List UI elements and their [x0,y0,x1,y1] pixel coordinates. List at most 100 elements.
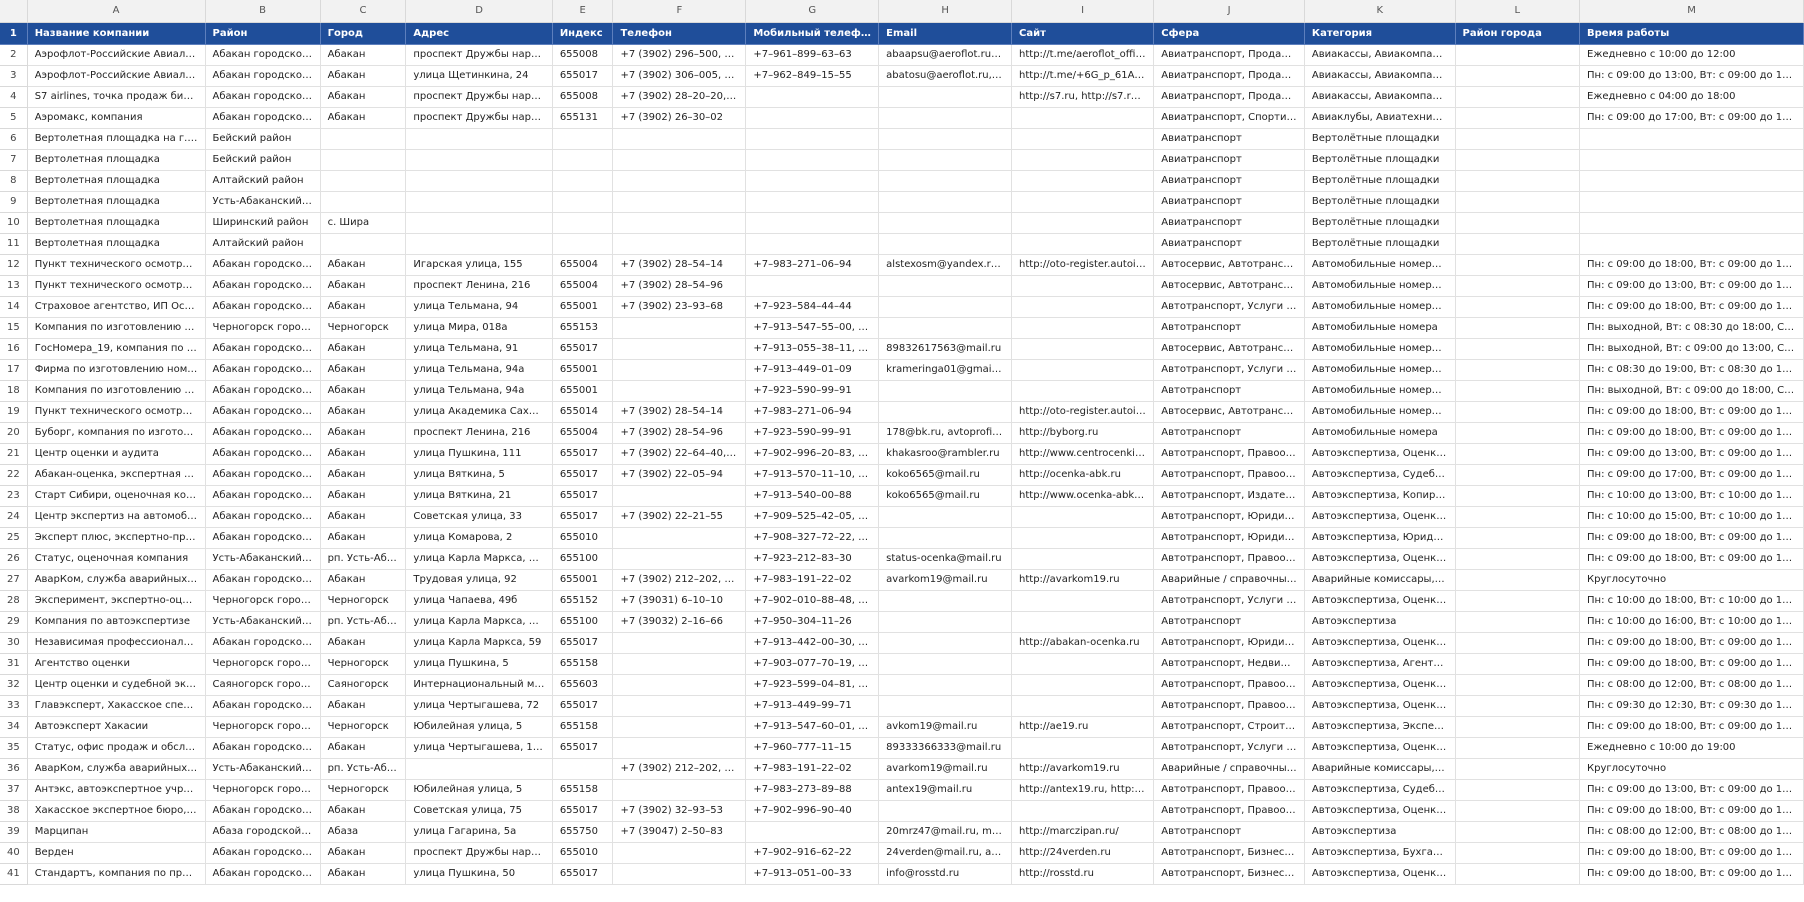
header-cell[interactable]: Email [878,22,1013,45]
table-cell[interactable] [1455,128,1581,150]
table-cell[interactable]: +7–913–547–60–01, +7... [745,716,880,738]
table-cell[interactable] [1455,842,1581,864]
table-cell[interactable] [745,233,880,255]
table-cell[interactable] [878,170,1013,192]
table-cell[interactable]: +7 (3902) 212–202, +7 (... [612,569,747,591]
table-cell[interactable] [552,170,614,192]
table-cell[interactable]: Автоэкспертиза, Оценка с... [1304,548,1456,570]
table-cell[interactable] [1011,737,1155,759]
table-cell[interactable]: alstexosm@yandex.ru, a... [878,254,1013,276]
table-cell[interactable] [1579,149,1804,171]
table-cell[interactable] [878,233,1013,255]
table-cell[interactable]: Юбилейная улица, 5 [405,779,553,801]
table-cell[interactable]: Пн: с 09:00 до 18:00, Вт: с 09:00 до 18:… [1579,527,1804,549]
table-cell[interactable]: http://24verden.ru [1011,842,1155,864]
table-cell[interactable]: Абакан городской округ [205,380,321,402]
table-cell[interactable]: 655158 [552,779,614,801]
table-cell[interactable] [612,359,747,381]
table-cell[interactable] [745,107,880,129]
table-cell[interactable]: Автотранспорт, Строитель... [1153,716,1305,738]
table-cell[interactable]: Автотранспорт [1153,821,1305,843]
table-cell[interactable]: проспект Ленина, 216 [405,275,553,297]
table-cell[interactable]: 655008 [552,44,614,66]
table-cell[interactable]: Автосервис, Автотранспорт [1153,254,1305,276]
table-cell[interactable]: S7 airlines, точка продаж билетов [27,86,206,108]
table-cell[interactable]: info@rosstd.ru [878,863,1013,885]
table-cell[interactable]: 89333366333@mail.ru [878,737,1013,759]
table-cell[interactable]: Ежедневно с 04:00 до 18:00 [1579,86,1804,108]
table-cell[interactable]: Черногорск [320,590,407,612]
table-cell[interactable] [1011,359,1155,381]
table-cell[interactable]: +7–908–327–72–22, +7... [745,527,880,549]
table-cell[interactable]: http://t.me/+6G_p_61Axb... [1011,65,1155,87]
table-cell[interactable] [1455,653,1581,675]
table-cell[interactable]: 655017 [552,695,614,717]
table-cell[interactable]: Автоэкспертиза, Судебная ... [1304,779,1456,801]
table-cell[interactable]: Абакан [320,842,407,864]
table-cell[interactable]: Пн: с 09:00 до 18:00, Вт: с 09:00 до 18:… [1579,422,1804,444]
table-cell[interactable]: +7 (3902) 22–21–55 [612,506,747,528]
table-cell[interactable] [612,842,747,864]
table-cell[interactable]: Автотранспорт, Услуги стр... [1153,737,1305,759]
table-cell[interactable]: http://avarkom19.ru [1011,758,1155,780]
table-cell[interactable] [1011,695,1155,717]
table-cell[interactable]: Автоэкспертиза [1304,611,1456,633]
table-cell[interactable]: Автотранспорт, Бизнес-ус... [1153,863,1305,885]
table-cell[interactable] [1455,422,1581,444]
table-cell[interactable]: улица Чапаева, 49б [405,590,553,612]
table-cell[interactable] [878,590,1013,612]
table-cell[interactable]: Пн: с 09:00 до 18:00, Вт: с 09:00 до 18:… [1579,842,1804,864]
table-cell[interactable] [1455,233,1581,255]
table-cell[interactable] [612,548,747,570]
table-cell[interactable]: +7 (39047) 2–50–83 [612,821,747,843]
table-cell[interactable]: 655603 [552,674,614,696]
table-cell[interactable]: +7–960–777–11–15 [745,737,880,759]
table-cell[interactable] [612,737,747,759]
table-cell[interactable]: проспект Дружбы народов, 59 [405,44,553,66]
table-cell[interactable]: Аварийные комиссары, Ав... [1304,569,1456,591]
table-cell[interactable]: Автоэкспертиза, Оценка с... [1304,590,1456,612]
table-cell[interactable] [878,695,1013,717]
table-cell[interactable]: АварКом, служба аварийных комисса... [27,569,206,591]
table-cell[interactable] [405,149,553,171]
table-cell[interactable] [612,779,747,801]
table-cell[interactable]: 655004 [552,422,614,444]
table-cell[interactable]: Абакан городской округ [205,86,321,108]
column-header-j[interactable]: J [1153,0,1305,23]
table-cell[interactable]: +7–983–271–06–94 [745,401,880,423]
table-cell[interactable] [1011,212,1155,234]
table-cell[interactable]: улица Карла Маркса, 59 [405,632,553,654]
table-cell[interactable]: Пн: с 09:00 до 18:00, Вт: с 09:00 до 18:… [1579,632,1804,654]
table-cell[interactable]: Черногорск [320,653,407,675]
header-cell[interactable]: Индекс [552,22,614,45]
table-cell[interactable]: Аэрофлот-Российские Авиалинии, ав... [27,65,206,87]
table-cell[interactable]: Вертолётные площадки [1304,128,1456,150]
table-cell[interactable]: +7 (3902) 296–500, 8–8... [612,44,747,66]
table-cell[interactable] [320,170,407,192]
table-cell[interactable] [878,506,1013,528]
table-cell[interactable] [1455,779,1581,801]
table-cell[interactable]: Пн: с 09:00 до 18:00, Вт: с 09:00 до 18:… [1579,254,1804,276]
table-cell[interactable] [1011,338,1155,360]
row-number[interactable]: 26 [0,548,28,570]
table-cell[interactable]: проспект Дружбы народов, 2а [405,842,553,864]
table-cell[interactable]: Автоэкспертиза, Бухгалтер... [1304,842,1456,864]
table-cell[interactable]: проспект Ленина, 216 [405,422,553,444]
table-cell[interactable]: +7–923–590–99–91 [745,422,880,444]
table-cell[interactable] [1455,380,1581,402]
row-number[interactable]: 1 [0,22,28,45]
table-cell[interactable]: Абакан [320,254,407,276]
table-cell[interactable]: Абакан [320,107,407,129]
row-number[interactable]: 36 [0,758,28,780]
row-number[interactable]: 16 [0,338,28,360]
table-cell[interactable]: Автотранспорт, Юридичес... [1153,506,1305,528]
table-cell[interactable]: Усть-Абаканский район [205,548,321,570]
table-cell[interactable]: Абакан городской округ [205,506,321,528]
table-cell[interactable] [878,632,1013,654]
table-cell[interactable]: улица Карла Маркса, 11а [405,548,553,570]
table-cell[interactable]: Автоэксперт Хакасии [27,716,206,738]
table-cell[interactable]: Автоэкспертиза, Судебная ... [1304,464,1456,486]
row-number[interactable]: 35 [0,737,28,759]
table-cell[interactable]: Абакан [320,443,407,465]
table-cell[interactable]: Автоэкспертиза, Оценка с... [1304,443,1456,465]
